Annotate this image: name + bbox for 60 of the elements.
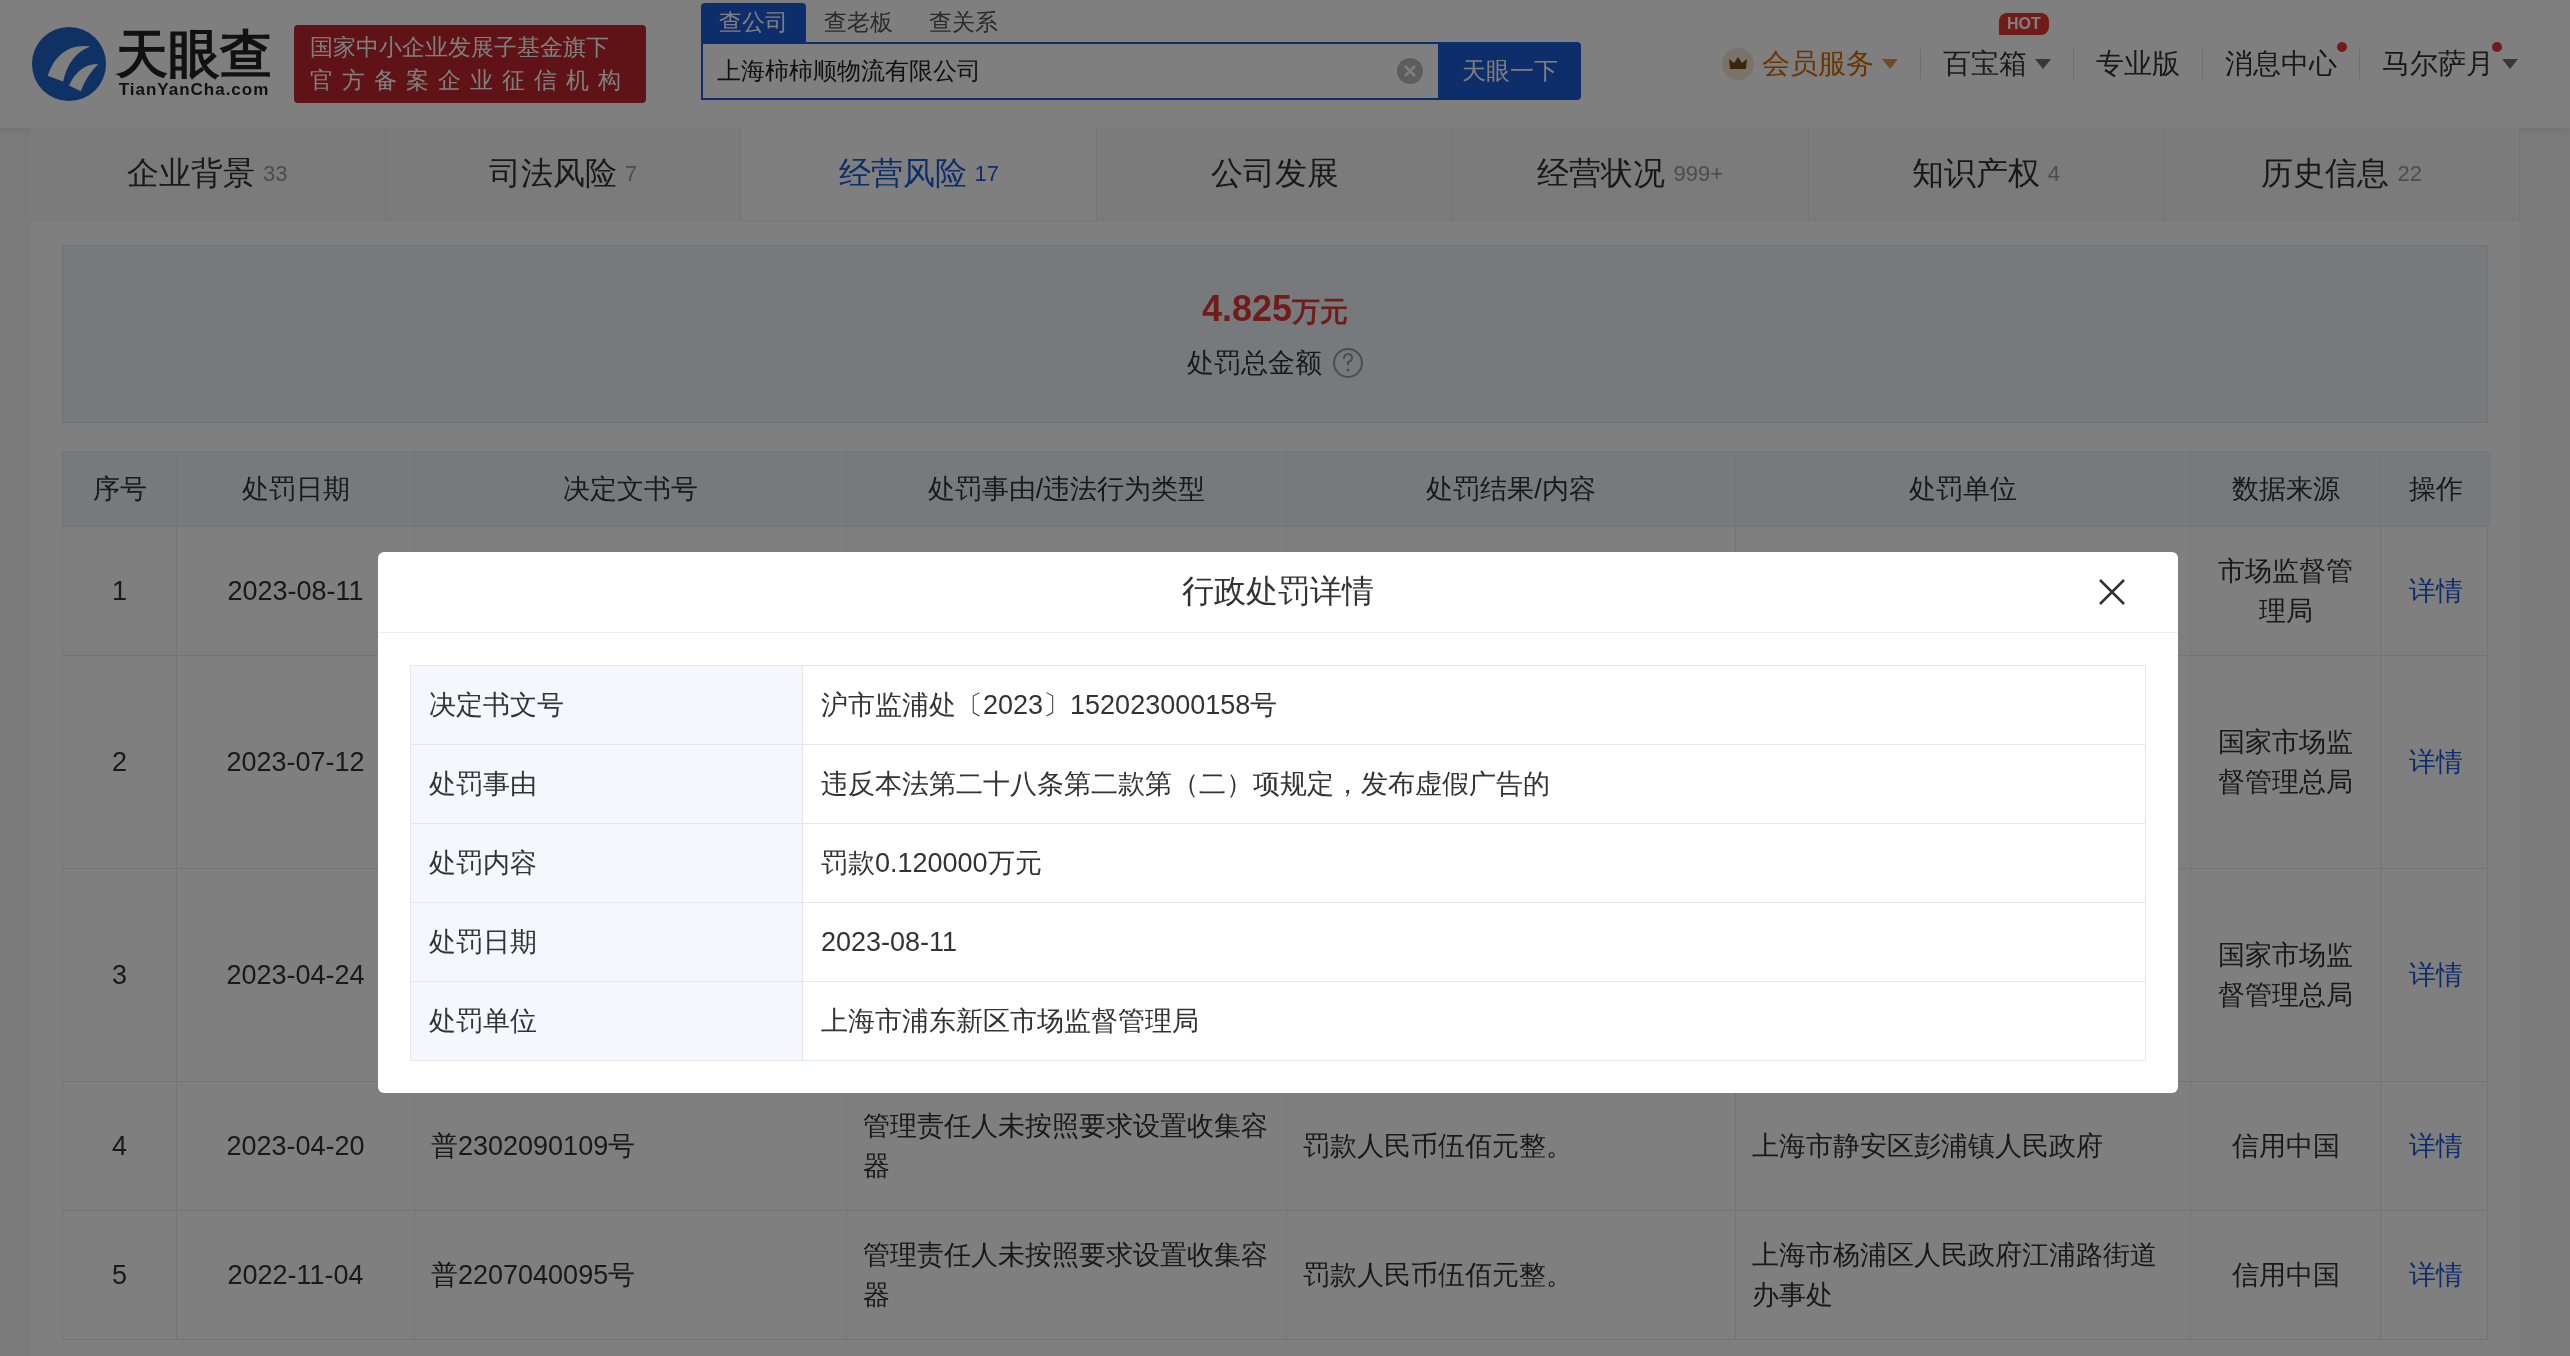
column-header: 处罚事由/违法行为类型 bbox=[847, 452, 1287, 526]
help-icon[interactable] bbox=[1331, 346, 1364, 379]
table-cell: 市场监督管理局 bbox=[2191, 527, 2381, 655]
field-value: 2023-08-11 bbox=[820, 925, 959, 959]
table-cell: 信用中国 bbox=[2191, 1082, 2381, 1210]
hot-badge: HOT bbox=[1999, 13, 2049, 35]
field-label: 处罚日期 bbox=[411, 903, 803, 981]
nav-item[interactable]: 专业版 bbox=[2074, 42, 2202, 86]
field-value: 罚款0.120000万元 bbox=[820, 847, 1043, 880]
table-cell: 5 bbox=[63, 1211, 177, 1339]
search-tab[interactable]: 查关系 bbox=[911, 3, 1016, 42]
table-cell: 4 bbox=[63, 1082, 177, 1210]
table-cell: 3 bbox=[63, 869, 177, 1081]
details-link[interactable]: 详情 bbox=[2409, 1257, 2463, 1293]
table-cell: 罚款人民币伍佰元整。 bbox=[1287, 1211, 1736, 1339]
section-tab[interactable]: 公司发展 bbox=[1097, 128, 1453, 220]
clear-icon[interactable] bbox=[1396, 57, 1424, 85]
details-link[interactable]: 详情 bbox=[2409, 957, 2463, 993]
certification-badge: 国家中小企业发展子基金旗下 官方备案企业征信机构 bbox=[294, 25, 646, 103]
nav-item[interactable]: 马尔萨月 bbox=[2360, 42, 2540, 86]
field-value: 违反本法第二十八条第二款第（二）项规定，发布虚假广告的 bbox=[820, 768, 1551, 801]
details-link[interactable]: 详情 bbox=[2409, 573, 2463, 609]
logo-domain: TianYanCha.com bbox=[118, 80, 270, 100]
nav-item[interactable]: 百宝箱 bbox=[1921, 42, 2073, 86]
table-cell: 国家市场监督管理总局 bbox=[2191, 869, 2381, 1081]
close-icon[interactable] bbox=[2098, 578, 2126, 606]
search-button[interactable]: 天眼一下 bbox=[1438, 42, 1581, 100]
field-label: 处罚内容 bbox=[411, 824, 803, 902]
table-cell: 国家市场监督管理总局 bbox=[2191, 656, 2381, 868]
crown-icon bbox=[1722, 48, 1754, 80]
table-cell: 2 bbox=[63, 656, 177, 868]
column-header: 数据来源 bbox=[2191, 452, 2381, 526]
field-label: 处罚事由 bbox=[411, 745, 803, 823]
column-header: 决定文书号 bbox=[415, 452, 847, 526]
column-header: 序号 bbox=[63, 452, 177, 526]
nav-item[interactable]: 会员服务 bbox=[1700, 42, 1920, 86]
details-link[interactable]: 详情 bbox=[2409, 1128, 2463, 1164]
table-cell: 上海市杨浦区人民政府江浦路街道办事处 bbox=[1736, 1211, 2191, 1339]
field-label: 处罚单位 bbox=[411, 982, 803, 1060]
total-label: 处罚总金额 bbox=[1186, 346, 1322, 380]
dialog-title: 行政处罚详情 bbox=[1182, 572, 1374, 611]
search-tab[interactable]: 查老板 bbox=[806, 3, 911, 42]
table-cell: 1 bbox=[63, 527, 177, 655]
logo-icon bbox=[30, 25, 108, 103]
field-value: 上海市浦东新区市场监督管理局 bbox=[820, 1005, 1200, 1038]
column-header: 处罚日期 bbox=[177, 452, 415, 526]
details-link[interactable]: 详情 bbox=[2409, 744, 2463, 780]
field-label: 决定书文号 bbox=[411, 666, 803, 744]
table-cell: 管理责任人未按照要求设置收集容器 bbox=[847, 1211, 1287, 1339]
column-header: 操作 bbox=[2381, 452, 2491, 526]
column-header: 处罚结果/内容 bbox=[1287, 452, 1736, 526]
nav-item[interactable]: 消息中心 bbox=[2203, 42, 2359, 86]
column-header: 处罚单位 bbox=[1736, 452, 2191, 526]
table-cell: 普2207040095号 bbox=[415, 1211, 847, 1339]
search-tab[interactable]: 查公司 bbox=[701, 3, 806, 42]
table-cell: 信用中国 bbox=[2191, 1211, 2381, 1339]
total-amount: 4.825万元 bbox=[1201, 287, 1349, 331]
field-value: 沪市监浦处〔2023〕152023000158号 bbox=[820, 689, 1279, 722]
search-field[interactable]: 上海柿柿顺物流有限公司 bbox=[701, 42, 1438, 100]
table-cell: 2022-11-04 bbox=[177, 1211, 415, 1339]
